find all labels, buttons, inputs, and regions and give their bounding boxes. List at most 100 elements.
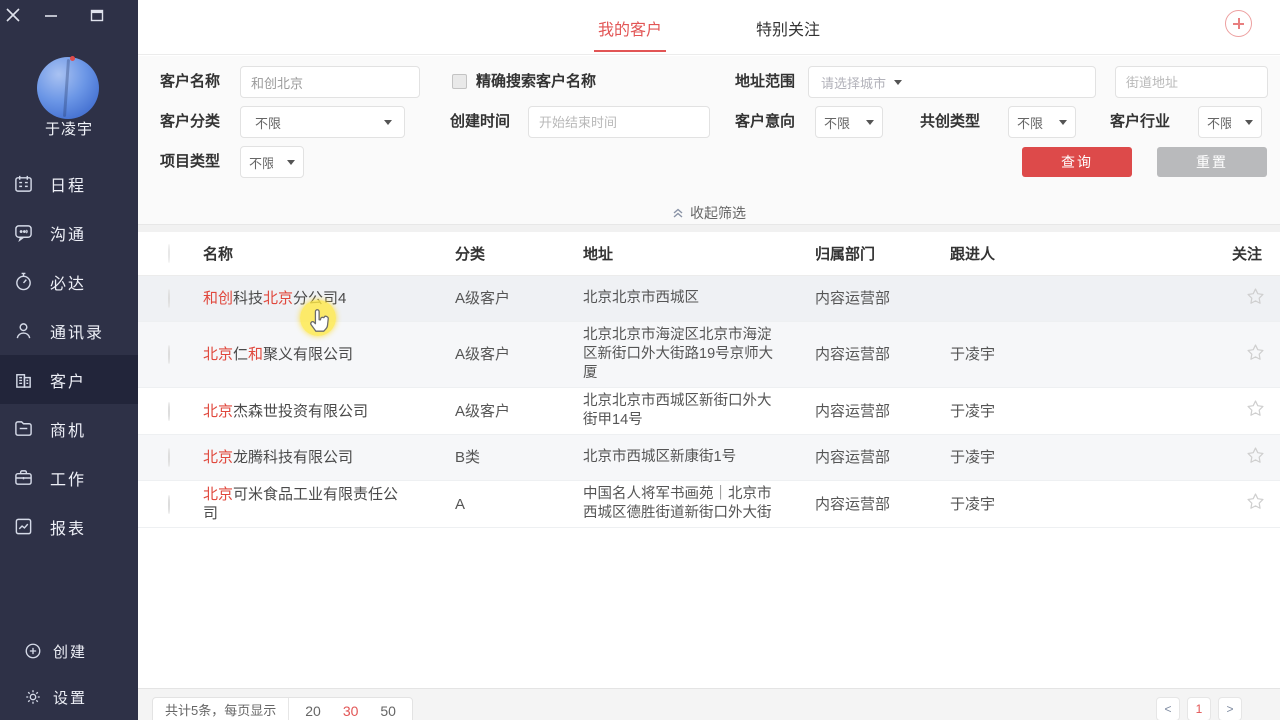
follower-cell: 于凌宇 <box>950 495 1100 514</box>
customer-industry-label: 客户行业 <box>1110 106 1170 138</box>
avatar[interactable] <box>37 57 99 119</box>
city-select[interactable]: 请选择城市 <box>808 66 1096 98</box>
total-count-text: 共计5条，每页显示 <box>153 698 289 720</box>
sidebar-item-工作[interactable]: 工作 <box>0 453 138 502</box>
table-row[interactable]: 北京龙腾科技有限公司B类北京市西城区新康街1号内容运营部于凌宇 <box>138 435 1280 481</box>
co-creation-type-value: 不限 <box>1017 113 1043 132</box>
row-select-cell <box>138 289 203 308</box>
sidebar-item-通讯录[interactable]: 通讯录 <box>0 306 138 355</box>
customer-industry-select[interactable]: 不限 <box>1198 106 1262 138</box>
pagination-bar: 共计5条，每页显示 20 30 50 < 1 > <box>138 688 1280 720</box>
window-controls <box>0 6 138 28</box>
project-type-value: 不限 <box>249 153 273 172</box>
star-icon[interactable] <box>1245 286 1266 312</box>
sidebar-item-创建[interactable]: 创建 <box>0 628 138 674</box>
sidebar-item-label: 沟通 <box>50 221 86 245</box>
sidebar: 于凌宇 日程沟通必达通讯录客户商机工作报表 创建设置 <box>0 0 138 720</box>
sidebar-item-label: 创建 <box>53 641 87 662</box>
filter-panel: 客户名称 精确搜索客户名称 地址范围 请选择城市 客户分类 不限 创建时间 客户… <box>138 56 1280 224</box>
current-page-button[interactable]: 1 <box>1187 697 1211 720</box>
maximize-icon[interactable] <box>88 6 108 24</box>
row-select-radio[interactable] <box>168 448 170 467</box>
sidebar-item-客户[interactable]: 客户 <box>0 355 138 404</box>
sidebar-footer-menu: 创建设置 <box>0 628 138 720</box>
customer-name-link[interactable]: 北京龙腾科技有限公司 <box>203 448 455 467</box>
search-highlight: 北京 <box>203 486 233 503</box>
main-content: 我的客户 特别关注 客户名称 精确搜索客户名称 地址范围 请选择城市 客户分类 … <box>138 0 1280 720</box>
search-highlight: 和 <box>248 346 263 363</box>
row-select-cell <box>138 495 203 514</box>
row-select-radio[interactable] <box>168 289 170 308</box>
category-cell: A级客户 <box>455 289 583 308</box>
customer-name-link[interactable]: 北京仁和聚义有限公司 <box>203 345 455 364</box>
sidebar-item-label: 商机 <box>50 417 86 441</box>
sidebar-item-报表[interactable]: 报表 <box>0 502 138 551</box>
customer-category-select[interactable]: 不限 <box>240 106 405 138</box>
customer-name-input[interactable] <box>240 66 420 98</box>
row-select-radio[interactable] <box>168 402 170 421</box>
category-cell: B类 <box>455 448 583 467</box>
plus-circle-icon <box>24 642 42 660</box>
gear-icon <box>24 688 42 706</box>
star-icon[interactable] <box>1245 445 1266 471</box>
collapse-filters-label: 收起筛选 <box>690 203 746 223</box>
create-time-input[interactable] <box>528 106 710 138</box>
row-select-radio[interactable] <box>168 345 170 364</box>
sidebar-item-商机[interactable]: 商机 <box>0 404 138 453</box>
row-select-radio[interactable] <box>168 495 170 514</box>
co-creation-type-label: 共创类型 <box>920 106 980 138</box>
chevron-down-icon <box>894 80 902 85</box>
close-icon[interactable] <box>4 6 24 24</box>
sidebar-item-沟通[interactable]: 沟通 <box>0 208 138 257</box>
page-size-options: 20 30 50 <box>289 703 412 719</box>
query-button[interactable]: 查询 <box>1022 147 1132 177</box>
page-size-30[interactable]: 30 <box>343 703 359 719</box>
co-creation-type-select[interactable]: 不限 <box>1008 106 1076 138</box>
project-type-select[interactable]: 不限 <box>240 146 304 178</box>
sidebar-item-label: 工作 <box>50 466 86 490</box>
next-page-button[interactable]: > <box>1218 697 1242 720</box>
tab-special-follow[interactable]: 特别关注 <box>754 10 822 46</box>
stopwatch-icon <box>13 272 33 292</box>
reset-button[interactable]: 重置 <box>1157 147 1267 177</box>
customer-intent-label: 客户意向 <box>735 106 795 138</box>
city-select-placeholder: 请选择城市 <box>821 73 886 92</box>
page-size-20[interactable]: 20 <box>305 703 321 719</box>
sidebar-item-设置[interactable]: 设置 <box>0 674 138 720</box>
prev-page-button[interactable]: < <box>1156 697 1180 720</box>
customer-name-label: 客户名称 <box>160 66 220 98</box>
star-icon[interactable] <box>1245 398 1266 424</box>
customer-name-link[interactable]: 北京杰森世投资有限公司 <box>203 402 455 421</box>
table-row[interactable]: 北京杰森世投资有限公司A级客户北京北京市西城区新街口外大街甲14号内容运营部于凌… <box>138 388 1280 435</box>
select-all-radio[interactable] <box>168 244 170 263</box>
address-range-label: 地址范围 <box>735 66 795 98</box>
customer-intent-value: 不限 <box>824 113 850 132</box>
table-row[interactable]: 北京可米食品工业有限责任公司A中国名人将军书画苑｜北京市西城区德胜街道新街口外大… <box>138 481 1280 528</box>
department-cell: 内容运营部 <box>815 495 950 514</box>
tab-my-customers[interactable]: 我的客户 <box>596 10 664 46</box>
briefcase-icon <box>13 468 33 488</box>
customer-intent-select[interactable]: 不限 <box>815 106 883 138</box>
sidebar-item-日程[interactable]: 日程 <box>0 159 138 208</box>
row-select-cell <box>138 448 203 467</box>
topbar: 我的客户 特别关注 <box>138 0 1280 55</box>
collapse-filters-toggle[interactable]: 收起筛选 <box>138 202 1280 224</box>
customer-category-value: 不限 <box>255 113 281 132</box>
column-header-follower: 跟进人 <box>950 243 1100 264</box>
row-select-cell <box>138 402 203 421</box>
page-size-control: 共计5条，每页显示 20 30 50 <box>152 697 413 720</box>
customer-name-link[interactable]: 北京可米食品工业有限责任公司 <box>203 485 455 523</box>
section-divider <box>138 224 1280 232</box>
exact-search-checkbox[interactable] <box>452 74 467 89</box>
search-highlight: 北京 <box>203 346 233 363</box>
add-customer-button[interactable] <box>1225 10 1252 37</box>
page-size-50[interactable]: 50 <box>380 703 396 719</box>
follow-cell <box>1100 445 1280 471</box>
sidebar-item-label: 客户 <box>50 368 86 392</box>
sidebar-item-必达[interactable]: 必达 <box>0 257 138 306</box>
minimize-icon[interactable] <box>42 6 62 24</box>
address-cell: 中国名人将军书画苑｜北京市西城区德胜街道新街口外大街 <box>583 485 815 523</box>
star-icon[interactable] <box>1245 342 1266 368</box>
star-icon[interactable] <box>1245 491 1266 517</box>
street-address-input[interactable] <box>1115 66 1268 98</box>
